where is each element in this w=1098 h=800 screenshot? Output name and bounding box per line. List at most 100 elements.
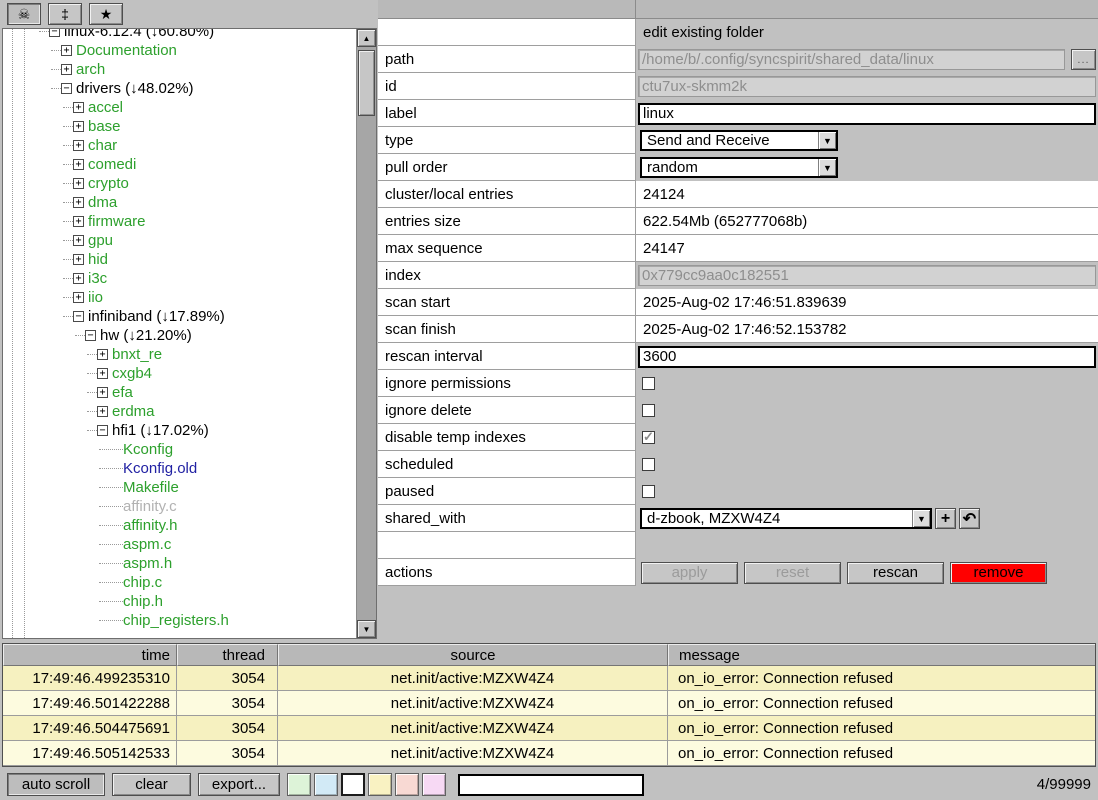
tree-item[interactable]: + comedi [3, 155, 355, 174]
expand-toggle-icon[interactable]: − [73, 311, 84, 322]
log-header-time[interactable]: time [3, 644, 177, 666]
index-input[interactable] [638, 265, 1096, 286]
tree-item[interactable]: + bnxt_re [3, 345, 355, 364]
log-header-source[interactable]: source [278, 644, 668, 666]
expand-toggle-icon[interactable]: + [61, 45, 72, 56]
log-level-swatch[interactable] [368, 773, 392, 796]
log-header-message[interactable]: message [668, 644, 1095, 666]
star-icon-button[interactable]: ★ [89, 3, 123, 25]
scrollbar-thumb[interactable] [358, 50, 375, 116]
tree-item[interactable]: + efa [3, 383, 355, 402]
type-select[interactable]: Send and Receive ▼ [640, 130, 838, 151]
expand-toggle-icon[interactable]: + [97, 368, 108, 379]
scroll-up-icon[interactable]: ▲ [357, 29, 376, 47]
tree-scrollbar[interactable]: ▲ ▼ [356, 29, 376, 638]
pull-order-select[interactable]: random ▼ [640, 157, 838, 178]
rescan-interval-input[interactable] [638, 346, 1096, 368]
ignore-delete-checkbox[interactable] [642, 404, 655, 417]
expand-toggle-icon[interactable]: + [73, 235, 84, 246]
log-row[interactable]: 17:49:46.499235310 3054 net.init/active:… [3, 666, 1095, 691]
ignore-permissions-checkbox[interactable] [642, 377, 655, 390]
tree-item[interactable]: − hw (↓21.20%) [3, 326, 355, 345]
expand-toggle-icon[interactable]: + [73, 121, 84, 132]
tree-item[interactable]: + i3c [3, 269, 355, 288]
expand-toggle-icon[interactable]: + [73, 197, 84, 208]
path-input[interactable] [638, 49, 1065, 70]
paused-checkbox[interactable] [642, 485, 655, 498]
tree-item[interactable]: − infiniband (↓17.89%) [3, 307, 355, 326]
expand-toggle-icon[interactable]: + [73, 273, 84, 284]
expand-toggle-icon[interactable]: + [61, 64, 72, 75]
expand-toggle-icon[interactable]: + [97, 349, 108, 360]
chevron-down-icon[interactable]: ▼ [912, 510, 930, 527]
expand-toggle-icon[interactable]: + [97, 387, 108, 398]
tree-item[interactable]: + crypto [3, 174, 355, 193]
log-level-swatch[interactable] [422, 773, 446, 796]
log-level-swatch[interactable] [314, 773, 338, 796]
scheduled-checkbox[interactable] [642, 458, 655, 471]
chevron-down-icon[interactable]: ▼ [818, 159, 836, 176]
tree-item[interactable]: + dma [3, 193, 355, 212]
tree-item[interactable]: chip_registers.h [3, 611, 355, 630]
clear-button[interactable]: clear [112, 773, 191, 796]
folder-id-input[interactable] [638, 76, 1096, 97]
tree-item[interactable]: − hfi1 (↓17.02%) [3, 421, 355, 440]
rescan-button[interactable]: rescan [847, 562, 944, 584]
expand-toggle-icon[interactable]: − [61, 83, 72, 94]
export-button[interactable]: export... [198, 773, 280, 796]
tree-item[interactable]: + hid [3, 250, 355, 269]
expand-toggle-icon[interactable]: + [73, 292, 84, 303]
expand-toggle-icon[interactable]: + [73, 102, 84, 113]
remove-button[interactable]: remove [950, 562, 1047, 584]
expand-toggle-icon[interactable]: − [97, 425, 108, 436]
tree-item[interactable]: + accel [3, 98, 355, 117]
tree-item[interactable]: + cxgb4 [3, 364, 355, 383]
label-input[interactable] [638, 103, 1096, 125]
tree-item[interactable]: aspm.h [3, 554, 355, 573]
tree-item[interactable]: Kconfig.old [3, 459, 355, 478]
tree-item[interactable]: affinity.c [3, 497, 355, 516]
log-level-swatch[interactable] [395, 773, 419, 796]
reset-button[interactable]: reset [744, 562, 841, 584]
expand-toggle-icon[interactable]: + [97, 406, 108, 417]
tree-item[interactable]: + arch [3, 60, 355, 79]
tree-item[interactable]: aspm.c [3, 535, 355, 554]
auto-scroll-button[interactable]: auto scroll [7, 773, 105, 796]
apply-button[interactable]: apply [641, 562, 738, 584]
scroll-down-icon[interactable]: ▼ [357, 620, 376, 638]
tree-item[interactable]: − linux-6.12.4 (↓60.80%) [3, 29, 355, 41]
browse-button[interactable]: ... [1071, 49, 1096, 70]
skull-icon-button[interactable]: ☠ [7, 3, 41, 25]
tree-item[interactable]: + gpu [3, 231, 355, 250]
log-row[interactable]: 17:49:46.505142533 3054 net.init/active:… [3, 741, 1095, 766]
tree-item[interactable]: chip.h [3, 592, 355, 611]
log-filter-input[interactable] [458, 774, 644, 796]
tree-item[interactable]: + firmware [3, 212, 355, 231]
expand-toggle-icon[interactable]: − [85, 330, 96, 341]
expand-toggle-icon[interactable]: + [73, 159, 84, 170]
tree-item[interactable]: + base [3, 117, 355, 136]
expand-toggle-icon[interactable]: + [73, 140, 84, 151]
tree-item[interactable]: Makefile [3, 478, 355, 497]
add-device-button[interactable]: + [935, 508, 956, 529]
double-dagger-icon-button[interactable]: ‡ [48, 3, 82, 25]
log-level-swatch[interactable] [287, 773, 311, 796]
tree-item[interactable]: Kconfig [3, 440, 355, 459]
tree-item[interactable]: chip.c [3, 573, 355, 592]
expand-toggle-icon[interactable]: + [73, 178, 84, 189]
tree-item[interactable]: + Documentation [3, 41, 355, 60]
tree-item[interactable]: − drivers (↓48.02%) [3, 79, 355, 98]
log-row[interactable]: 17:49:46.501422288 3054 net.init/active:… [3, 691, 1095, 716]
chevron-down-icon[interactable]: ▼ [818, 132, 836, 149]
tree-item[interactable]: + erdma [3, 402, 355, 421]
log-row[interactable]: 17:49:46.504475691 3054 net.init/active:… [3, 716, 1095, 741]
tree-item[interactable]: + char [3, 136, 355, 155]
expand-toggle-icon[interactable]: + [73, 216, 84, 227]
expand-toggle-icon[interactable]: + [73, 254, 84, 265]
tree-item[interactable]: + iio [3, 288, 355, 307]
undo-button[interactable]: ↶ [959, 508, 980, 529]
shared-with-select[interactable]: d-zbook, MZXW4Z4 ▼ [640, 508, 932, 529]
log-header-thread[interactable]: thread [177, 644, 278, 666]
log-level-swatch[interactable] [341, 773, 365, 796]
tree-item[interactable]: affinity.h [3, 516, 355, 535]
